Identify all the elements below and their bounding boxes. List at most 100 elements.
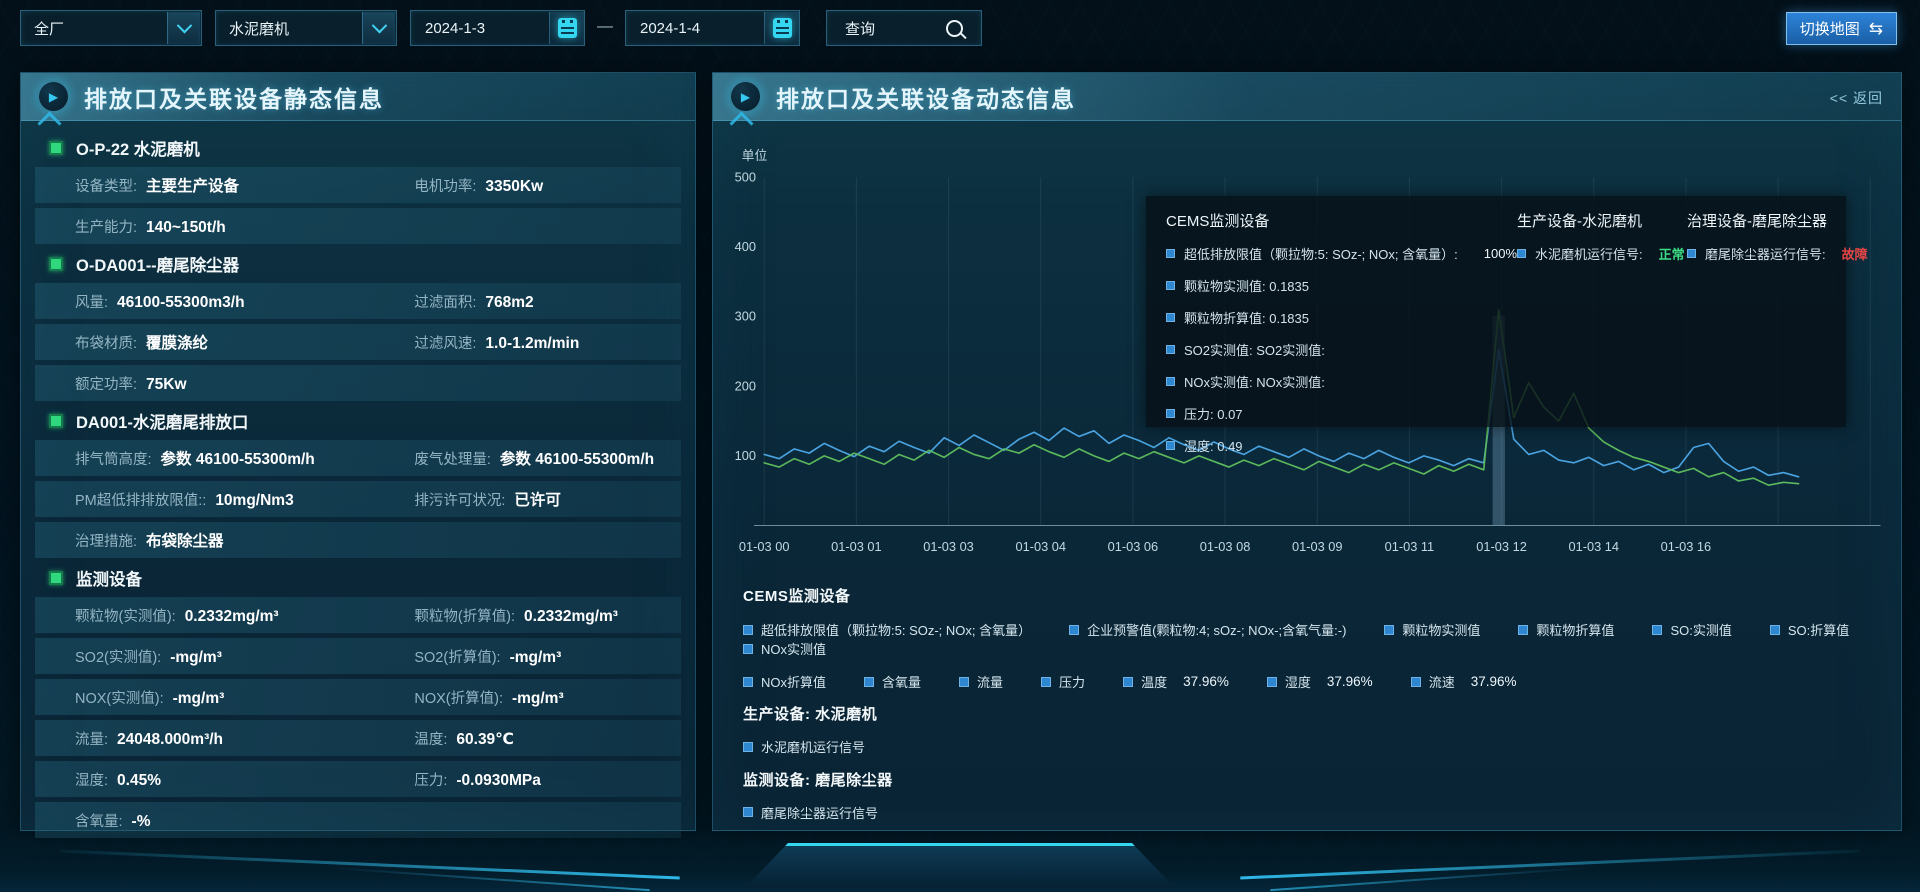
tooltip-production-signal: 水泥磨机运行信号: 正常 xyxy=(1517,244,1687,263)
legend-item-label: SO:折算值 xyxy=(1788,620,1849,639)
legend-item-value: 37.96% xyxy=(1471,674,1517,689)
legend-swatch-icon xyxy=(1166,377,1175,386)
chevron-down-icon xyxy=(362,12,395,44)
info-cell: 过滤风速:1.0-1.2m/min xyxy=(414,332,681,353)
legend-row-2: NOx折算值 含氧量 流量 压力 温度 37.96% 湿度37.96% 流速37.96% xyxy=(743,672,1901,691)
legend-item[interactable]: 颗粒物实测值 xyxy=(1384,620,1480,639)
legend-monitor-title: 监测设备: 磨尾除尘器 xyxy=(743,769,1901,790)
dynamic-info-panel: ▶ 排放口及关联设备动态信息 << 返回 单位10020030040050001… xyxy=(712,72,1902,831)
info-value: 140~150t/h xyxy=(146,219,226,237)
info-value: 主要生产设备 xyxy=(146,174,239,196)
legend-item[interactable]: 流速37.96% xyxy=(1411,672,1517,691)
info-value: -mg/m³ xyxy=(173,690,225,708)
switch-map-button[interactable]: 切换地图 ⇆ xyxy=(1786,12,1897,45)
tooltip-item-text: 颗粒物折算值: 0.1835 xyxy=(1184,308,1309,327)
chevron-down-icon xyxy=(167,12,200,44)
info-label: 额定功率: xyxy=(75,373,137,394)
legend-item[interactable]: 温度 37.96% xyxy=(1123,672,1229,691)
legend-item[interactable]: NOx折算值 xyxy=(743,672,826,691)
info-label: 颗粒物(折算值): xyxy=(414,605,515,626)
info-row: 湿度:0.45%压力:-0.0930MPa xyxy=(35,761,681,797)
svg-text:01-03 06: 01-03 06 xyxy=(1108,539,1159,554)
svg-text:300: 300 xyxy=(735,309,756,324)
legend-item-label: 温度 xyxy=(1141,672,1167,691)
tooltip-production-column: 生产设备-水泥磨机 水泥磨机运行信号: 正常 xyxy=(1517,210,1687,427)
info-cell: 湿度:0.45% xyxy=(75,769,414,790)
info-value: -mg/m³ xyxy=(512,690,564,708)
query-button[interactable]: 查询 xyxy=(826,10,982,46)
legend-swatch-icon xyxy=(1166,441,1175,450)
info-row: 颗粒物(实测值):0.2332mg/m³颗粒物(折算值):0.2332mg/m³ xyxy=(35,597,681,633)
section-header: DA001-水泥磨尾排放口 xyxy=(49,406,681,436)
legend-swatch-icon xyxy=(743,807,753,817)
info-value: 10mg/Nm3 xyxy=(215,492,293,510)
info-cell: 排污许可状况:已许可 xyxy=(414,488,681,510)
tooltip-item: 颗粒物实测值: 0.1835 xyxy=(1166,276,1517,295)
tooltip-item: NOx实测值: NOx实测值: xyxy=(1166,372,1517,391)
info-label: 布袋材质: xyxy=(75,332,137,353)
section-header: 监测设备 xyxy=(49,563,681,593)
info-row: 设备类型:主要生产设备电机功率:3350Kw xyxy=(35,167,681,203)
tooltip-treatment-signal: 磨尾除尘器运行信号: 故障 xyxy=(1687,244,1868,263)
plant-select-value: 全厂 xyxy=(21,18,167,39)
legend-swatch-icon xyxy=(1166,345,1175,354)
svg-text:01-03 08: 01-03 08 xyxy=(1200,539,1251,554)
legend-item[interactable]: 流量 xyxy=(959,672,1003,691)
svg-text:200: 200 xyxy=(735,378,756,393)
tooltip-production-title: 生产设备-水泥磨机 xyxy=(1517,210,1687,231)
device-select[interactable]: 水泥磨机 xyxy=(215,10,397,46)
info-cell: 温度:60.39℃ xyxy=(414,728,681,749)
tooltip-item: 湿度: 0.49 xyxy=(1166,436,1517,455)
legend-swatch-icon xyxy=(743,677,753,687)
legend-item[interactable]: 湿度37.96% xyxy=(1267,672,1373,691)
deco-line xyxy=(60,849,680,879)
section-header-label: O-DA001--磨尾除尘器 xyxy=(76,252,239,276)
info-value: 0.2332mg/m³ xyxy=(185,608,279,626)
info-value: 参数 46100-55300m/h xyxy=(161,447,315,469)
info-label: SO2(实测值): xyxy=(75,646,161,667)
info-row: PM超低排排放限值::10mg/Nm3排污许可状况:已许可 xyxy=(35,481,681,517)
date-to-field[interactable]: 2024-1-4 xyxy=(625,10,800,46)
calendar-icon xyxy=(764,12,799,44)
legend-item[interactable]: SO:折算值 xyxy=(1770,620,1849,639)
legend-item[interactable]: NOx实测值 xyxy=(743,639,826,658)
info-value: 覆膜涤纶 xyxy=(146,331,208,353)
legend-item[interactable]: 企业预警值(颗粒物:4; sOz-; NOx-;含氧气量:-) xyxy=(1069,620,1346,639)
svg-text:01-03 09: 01-03 09 xyxy=(1292,539,1343,554)
legend-swatch-icon xyxy=(1166,249,1175,258)
section-bullet-icon xyxy=(49,571,63,585)
plant-select[interactable]: 全厂 xyxy=(20,10,202,46)
svg-text:01-03 16: 01-03 16 xyxy=(1661,539,1712,554)
info-row: 生产能力:140~150t/h xyxy=(35,208,681,244)
legend-item[interactable]: 水泥磨机运行信号 xyxy=(743,737,865,756)
legend-item[interactable]: 磨尾除尘器运行信号 xyxy=(743,803,878,822)
legend-item[interactable]: 含氧量 xyxy=(864,672,921,691)
svg-text:100: 100 xyxy=(735,448,756,463)
info-value: -mg/m³ xyxy=(170,649,222,667)
legend-item[interactable]: SO:实测值 xyxy=(1652,620,1731,639)
info-row: SO2(实测值):-mg/m³SO2(折算值):-mg/m³ xyxy=(35,638,681,674)
info-row: 布袋材质: 覆膜涤纶 过滤风速:1.0-1.2m/min xyxy=(35,324,681,360)
legend-swatch-icon xyxy=(1384,625,1394,635)
date-from-field[interactable]: 2024-1-3 xyxy=(410,10,585,46)
signal-label: 磨尾除尘器运行信号: xyxy=(1705,244,1826,263)
info-cell: 废气处理量:参数 46100-55300m/h xyxy=(414,447,681,469)
legend-item-value: 37.96% xyxy=(1183,674,1229,689)
legend-swatch-icon xyxy=(864,677,874,687)
info-label: NOX(折算值): xyxy=(414,687,503,708)
swap-arrows-icon: ⇆ xyxy=(1869,20,1883,37)
info-cell: 布袋材质: 覆膜涤纶 xyxy=(75,331,414,353)
info-value: 0.2332mg/m³ xyxy=(524,608,618,626)
emissions-line-chart[interactable]: 单位10020030040050001-03 0001-03 0101-03 0… xyxy=(713,121,1901,573)
legend-item[interactable]: 压力 xyxy=(1041,672,1085,691)
info-value: 3350Kw xyxy=(485,178,543,196)
legend-item[interactable]: 超低排放限值（颗拉物:5: SOz-; NOx; 含氧量） xyxy=(743,620,1031,639)
back-link[interactable]: << 返回 xyxy=(1830,88,1883,108)
device-select-value: 水泥磨机 xyxy=(216,18,362,39)
info-value: 46100-55300m3/h xyxy=(117,294,245,312)
legend-item[interactable]: 颗粒物折算值 xyxy=(1518,620,1614,639)
section-header-label: DA001-水泥磨尾排放口 xyxy=(76,409,248,433)
info-value: 0.45% xyxy=(117,772,161,790)
legend-swatch-icon xyxy=(1687,249,1696,258)
deco-line xyxy=(1240,849,1860,879)
